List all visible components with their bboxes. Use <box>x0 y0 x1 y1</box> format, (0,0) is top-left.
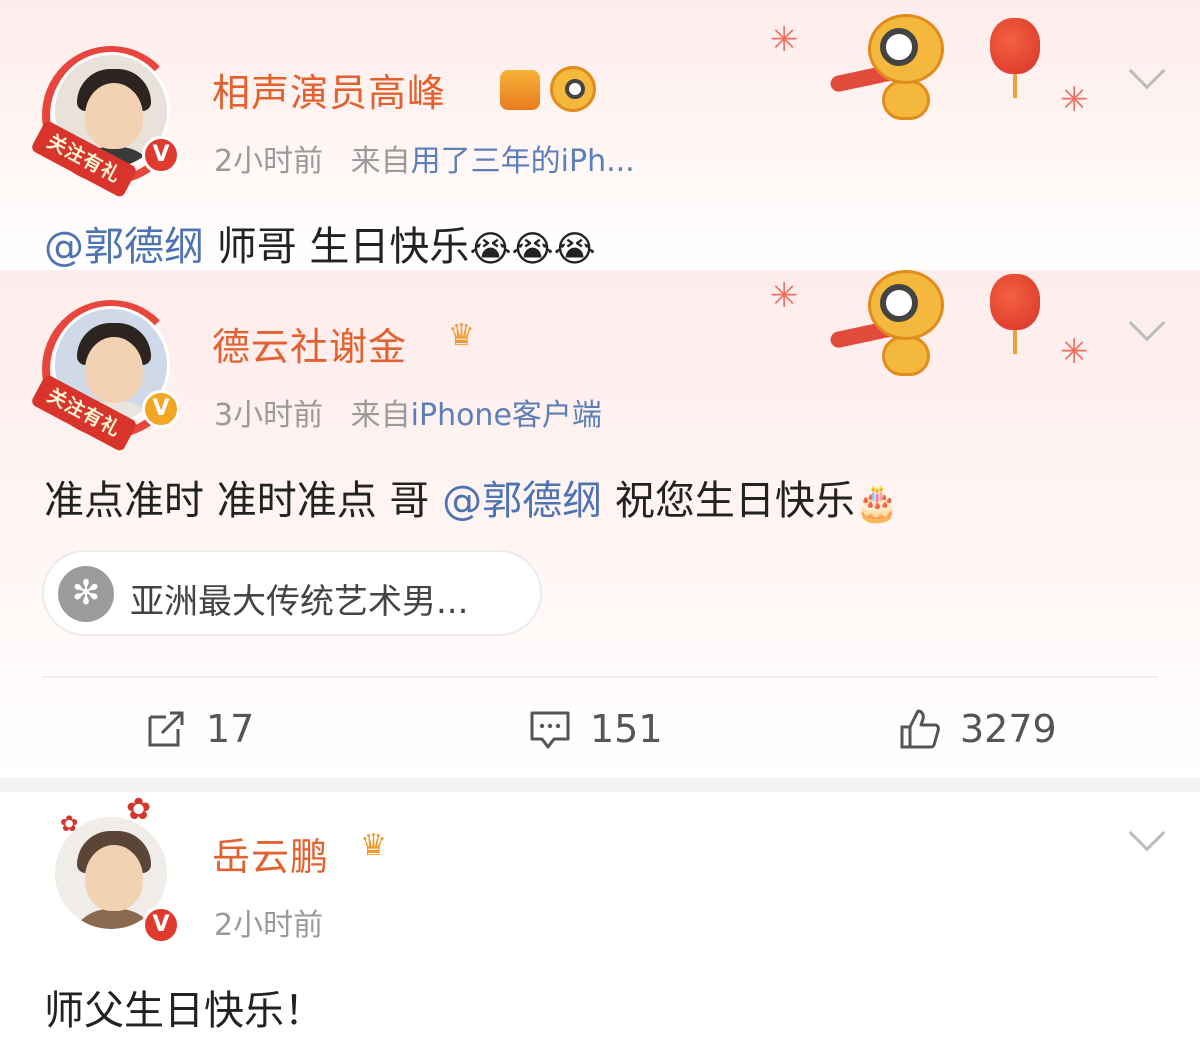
chevron-down-icon[interactable] <box>1128 52 1166 90</box>
username[interactable]: 相声演员高峰 <box>212 62 446 117</box>
lantern-icon <box>990 274 1040 354</box>
crown-icon: ♛ <box>448 318 475 353</box>
comment-meta: 3小时前 来自iPhone客户端 <box>214 390 602 434</box>
repost-button[interactable]: 17 <box>144 704 254 754</box>
timestamp: 3小时前 <box>214 398 324 433</box>
firework-icon: ✳ <box>1060 80 1089 120</box>
comment-text: 师父生日快乐！ <box>44 988 324 1034</box>
comment-card-1: 关注有礼 V 相声演员高峰 2小时前 来自用了三年的iPh... ✳ ✳ @郭德… <box>0 0 1200 270</box>
firework-icon: ✳ <box>770 276 799 316</box>
mention-link[interactable]: @郭德纲 <box>442 478 602 524</box>
tiger-badge-icon <box>550 66 596 112</box>
like-icon <box>900 709 940 749</box>
like-button[interactable]: 3279 <box>898 704 1057 754</box>
crying-laugh-emoji: 😭😭😭 <box>469 228 596 270</box>
mention-link[interactable]: @郭德纲 <box>44 224 204 270</box>
birthday-cake-emoji: 🎂 <box>854 483 900 524</box>
medal-icon <box>500 70 540 110</box>
flower-decoration-icon: ✿ <box>60 812 79 837</box>
topic-chip[interactable]: ✻ 亚洲最大传统艺术男... <box>42 550 542 636</box>
comment-body: 准点准时 准时准点 哥 <box>44 478 443 524</box>
source-device[interactable]: 用了三年的iPh... <box>411 144 635 179</box>
firework-icon: ✳ <box>770 20 799 60</box>
section-separator <box>0 778 1200 792</box>
comment-meta: 2小时前 来自用了三年的iPh... <box>214 136 635 180</box>
verified-badge-icon: V <box>142 906 180 944</box>
repost-count: 17 <box>206 707 255 751</box>
comment-card-3: ✿ ✿ V 岳云鹏 ♛ 2小时前 师父生日快乐！ <box>0 792 1200 1040</box>
divider <box>42 676 1158 678</box>
comment-text: @郭德纲 师哥 生日快乐😭😭😭 <box>44 214 596 270</box>
crown-icon: ♛ <box>360 828 387 863</box>
tiger-mascot-icon <box>829 270 950 380</box>
avatar[interactable]: 关注有礼 V <box>30 44 180 199</box>
comment-meta: 2小时前 <box>214 900 323 944</box>
timestamp: 2小时前 <box>214 908 324 943</box>
username[interactable]: 岳云鹏 <box>212 826 329 881</box>
comment-icon <box>530 711 570 749</box>
source-prefix: 来自 <box>350 144 411 179</box>
share-icon <box>148 711 184 747</box>
username[interactable]: 德云社谢金 <box>212 316 407 371</box>
chevron-down-icon[interactable] <box>1128 304 1166 342</box>
chevron-down-icon[interactable] <box>1128 814 1166 852</box>
verified-badge-icon: V <box>142 390 180 428</box>
verified-badge-icon: V <box>142 136 180 174</box>
avatar[interactable]: ✿ ✿ V <box>30 792 180 956</box>
comment-card-2: 关注有礼 V 德云社谢金 ♛ 3小时前 来自iPhone客户端 ✳ ✳ 准点准时… <box>0 270 1200 778</box>
lantern-icon <box>990 18 1040 98</box>
like-count: 3279 <box>960 707 1057 751</box>
source-device[interactable]: iPhone客户端 <box>411 398 602 433</box>
flower-decoration-icon: ✿ <box>126 792 152 827</box>
comment-body: 师哥 生日快乐 <box>204 224 470 270</box>
topic-icon: ✻ <box>58 566 114 622</box>
topic-text: 亚洲最大传统艺术男... <box>130 582 469 622</box>
comment-body-end: 祝您生日快乐 <box>602 478 855 524</box>
comment-text: 准点准时 准时准点 哥 @郭德纲 祝您生日快乐🎂 <box>44 468 900 526</box>
comment-button[interactable]: 151 <box>528 704 663 754</box>
source-prefix: 来自 <box>350 398 411 433</box>
avatar[interactable]: 关注有礼 V <box>30 298 180 453</box>
tiger-mascot-icon <box>829 14 950 124</box>
timestamp: 2小时前 <box>214 144 324 179</box>
comment-count: 151 <box>590 707 663 751</box>
firework-icon: ✳ <box>1060 332 1089 372</box>
